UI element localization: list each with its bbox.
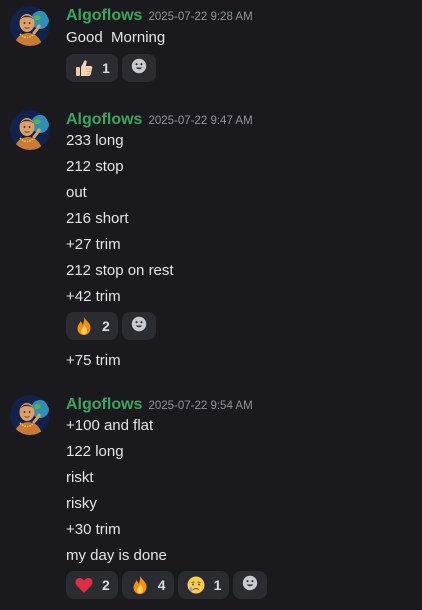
smiley-icon — [130, 315, 148, 338]
author-name[interactable]: Algoflows — [66, 396, 142, 413]
reaction-count: 2 — [102, 318, 110, 334]
avatar[interactable] — [10, 110, 50, 150]
avatar[interactable] — [10, 6, 50, 46]
message-line: 216 short — [66, 210, 129, 227]
message-line: riskt — [66, 469, 94, 486]
smiley-icon — [241, 574, 259, 597]
message-timestamp: 2025-07-22 9:54 AM — [148, 400, 253, 412]
crying-face-icon — [186, 575, 206, 595]
message-timestamp: 2025-07-22 9:47 AM — [148, 115, 253, 127]
message-line: out — [66, 184, 87, 201]
add-reaction-button[interactable] — [121, 312, 156, 340]
reaction-count: 1 — [102, 60, 110, 76]
message-line: 233 long — [66, 132, 124, 149]
avatar[interactable] — [10, 395, 50, 435]
message-line: +30 trim — [66, 521, 121, 538]
reaction-fire[interactable]: 4 — [121, 571, 174, 599]
smiley-icon — [130, 57, 148, 80]
reaction-fire[interactable]: 2 — [66, 312, 118, 340]
message-line: +42 trim — [66, 288, 121, 305]
message-line: +27 trim — [66, 236, 121, 253]
message-header: Algoflows 2025-07-22 9:54 AM — [66, 395, 253, 415]
heart-icon — [74, 575, 94, 595]
add-reaction-button[interactable] — [233, 571, 268, 599]
reaction-count: 4 — [157, 577, 166, 593]
reaction-heart[interactable]: 2 — [66, 571, 118, 599]
author-name[interactable]: Algoflows — [66, 111, 142, 128]
reaction-crying-face[interactable]: 1 — [177, 571, 230, 599]
message-timestamp: 2025-07-22 9:28 AM — [148, 11, 253, 23]
message-line: risky — [66, 495, 97, 512]
fire-icon — [130, 575, 150, 595]
reaction-count: 2 — [102, 577, 110, 593]
message-line: +75 trim — [66, 352, 121, 369]
message-line: my day is done — [66, 547, 167, 564]
reaction-bar: 2 4 1 — [66, 571, 268, 599]
reaction-bar: 1 — [66, 54, 156, 82]
message-line: 212 stop — [66, 158, 124, 175]
message-line: 212 stop on rest — [66, 262, 174, 279]
reaction-count: 1 — [213, 577, 222, 593]
author-name[interactable]: Algoflows — [66, 7, 142, 24]
message-line: 122 long — [66, 443, 124, 460]
chat-log: Algoflows 2025-07-22 9:28 AM Good Morning… — [0, 0, 422, 610]
add-reaction-button[interactable] — [121, 54, 156, 82]
message-line: +100 and flat — [66, 417, 154, 434]
thumbs-up-icon — [74, 58, 94, 78]
message-header: Algoflows 2025-07-22 9:47 AM — [66, 110, 253, 130]
message-header: Algoflows 2025-07-22 9:28 AM — [66, 6, 253, 26]
reaction-bar: 2 — [66, 312, 156, 340]
message-line: Good Morning — [66, 29, 166, 46]
fire-icon — [74, 316, 94, 336]
reaction-thumbs-up[interactable]: 1 — [66, 54, 118, 82]
